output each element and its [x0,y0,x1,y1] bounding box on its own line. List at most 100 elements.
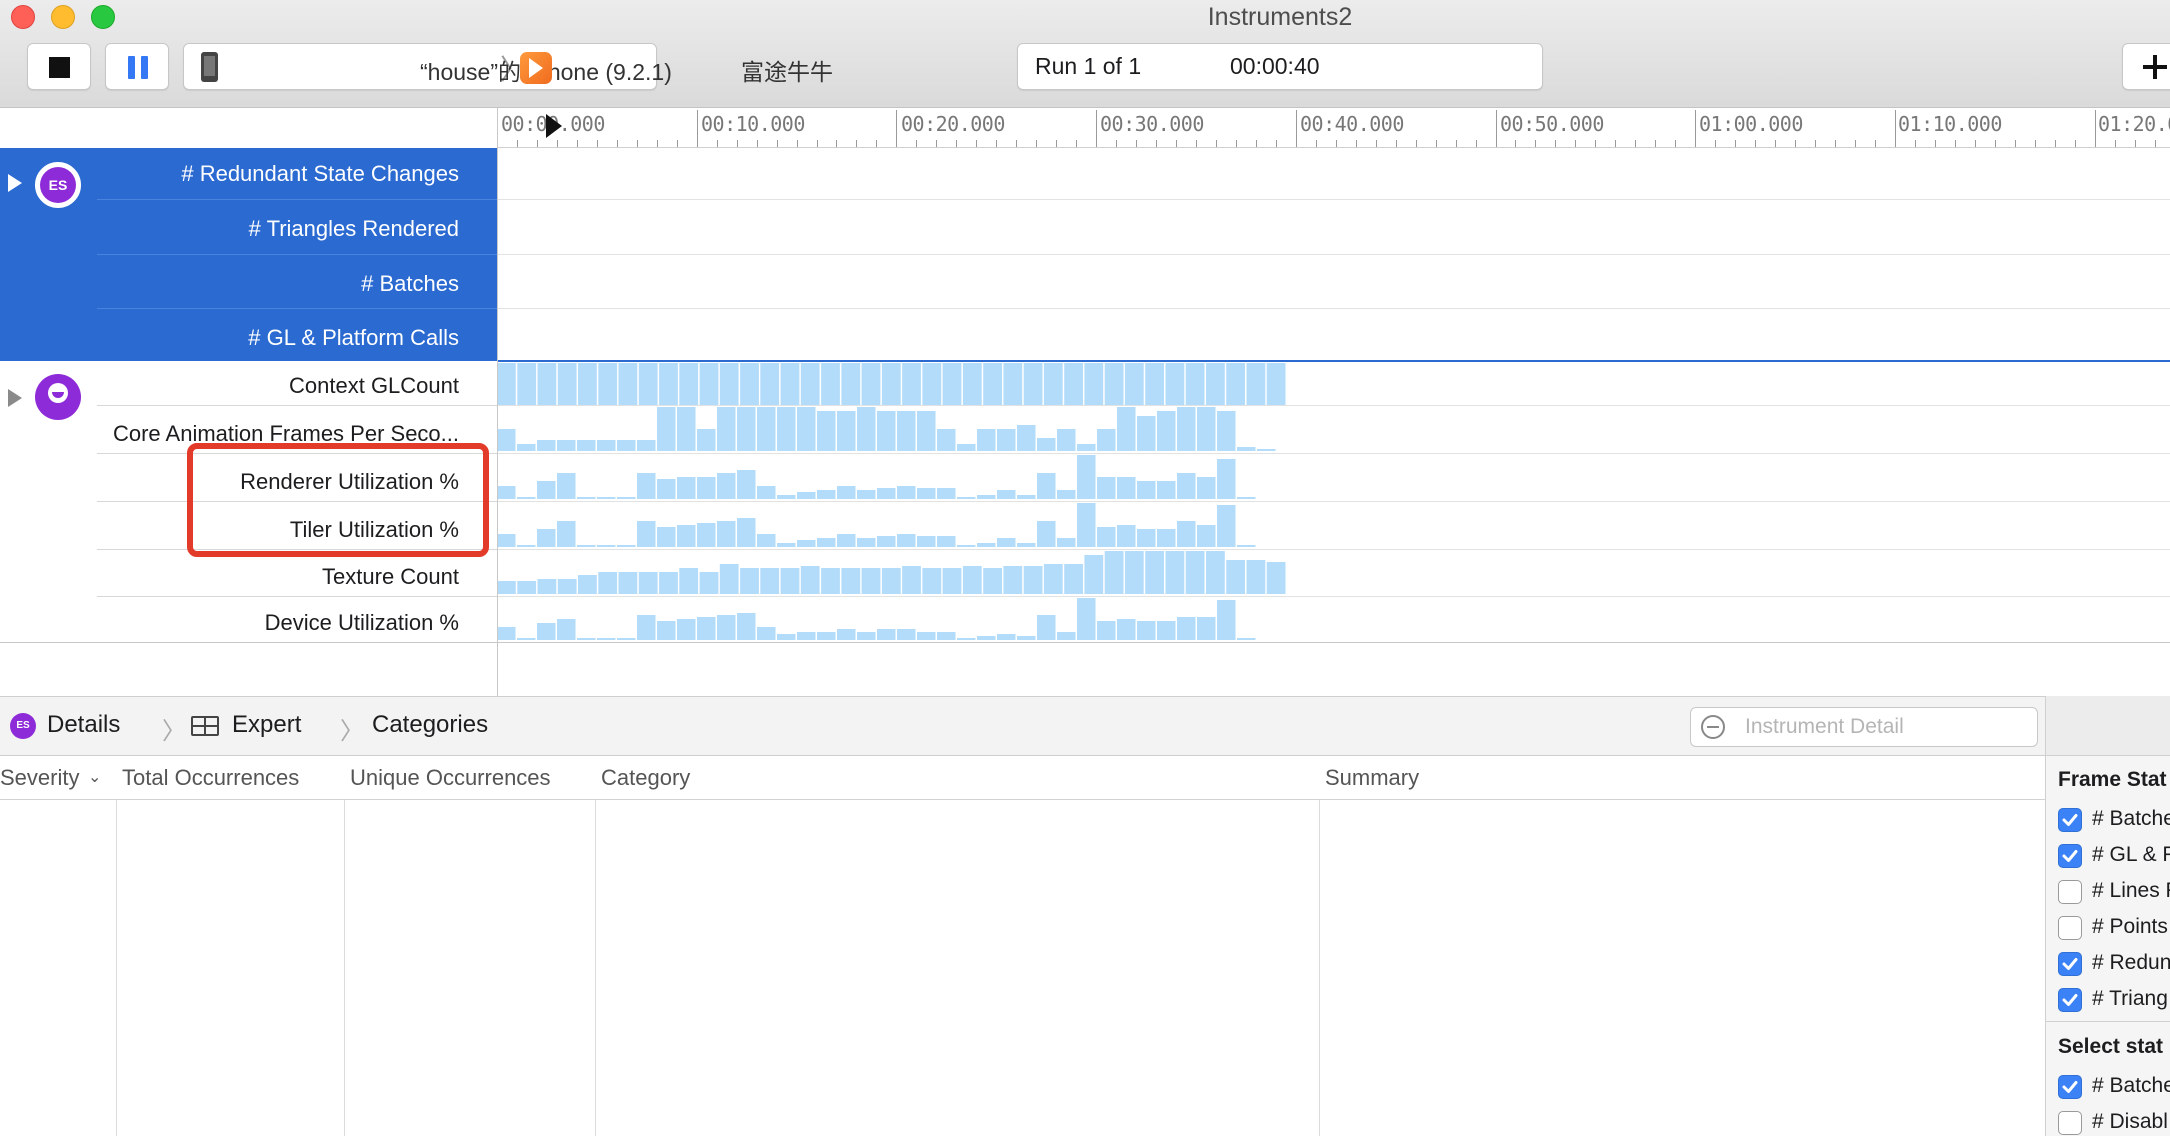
run-status-display: Run 1 of 1 00:00:40 [1017,43,1543,90]
chevron-right-icon: 〉 [162,718,186,745]
graph-bar-renderer-utilization [797,492,816,499]
checkbox[interactable] [2058,880,2082,904]
graph-bar-core-animation-fps [537,440,556,451]
graph-bar-device-utilization [637,615,656,640]
graph-bar-context-glcount [780,363,800,405]
track-label-triangles-rendered[interactable]: # Triangles Rendered [249,216,459,242]
graph-bar-tiler-utilization [1177,521,1196,547]
graph-bar-texture-count [517,581,537,594]
checkbox[interactable] [2058,808,2082,832]
graph-bar-tiler-utilization [1017,543,1036,547]
chevron-down-icon[interactable]: ⌄ [88,767,101,787]
breadcrumb-categories[interactable]: Categories [372,711,488,739]
track-label-batches[interactable]: # Batches [361,271,459,297]
checkbox[interactable] [2058,916,2082,940]
column-header-category[interactable]: Category [601,765,690,791]
graph-bar-core-animation-fps [597,440,616,451]
graph-bar-core-animation-fps [777,407,796,451]
graph-bar-context-glcount [1003,363,1023,405]
instrument-detail-search[interactable]: Instrument Detail [1690,707,2038,747]
track-list: ES # Redundant State Changes # Triangles… [0,148,497,642]
graph-bar-texture-count [1003,566,1023,594]
graph-bar-texture-count [962,566,982,594]
toolbar: Instruments2 〉 “house”的 iPhone (9.2.1) 富… [0,0,2170,108]
column-header-summary[interactable]: Summary [1325,765,1419,791]
graph-bar-context-glcount [760,363,780,405]
graph-bar-context-glcount [821,363,840,405]
graph-bar-core-animation-fps [817,411,836,451]
playhead-icon[interactable] [546,114,562,138]
app-icon [520,52,552,84]
checkbox[interactable] [2058,988,2082,1012]
track-label-redundant-state-changes[interactable]: # Redundant State Changes [181,161,459,187]
graph-bar-tiler-utilization [497,534,516,547]
graph-bar-device-utilization [817,632,836,640]
graph-bar-texture-count [679,568,699,594]
graph-bar-texture-count [497,581,516,594]
graph-bar-device-utilization [717,615,736,640]
target-selector[interactable]: 〉 “house”的 iPhone (9.2.1) 富途牛牛 [183,43,833,90]
graph-bar-tiler-utilization [1117,525,1136,547]
graph-bar-tiler-utilization [657,527,676,547]
add-instrument-button[interactable] [2122,43,2170,90]
track-label-context-glcount[interactable]: Context GLCount [289,373,459,399]
graph-bar-renderer-utilization [717,473,736,499]
graph-bar-tiler-utilization [777,543,796,547]
column-divider [497,108,498,696]
graph-bar-context-glcount [983,363,1002,405]
graph-bar-tiler-utilization [737,518,756,547]
graph-bar-device-utilization [697,617,716,640]
graph-bar-device-utilization [1197,617,1216,640]
graph-bar-tiler-utilization [617,545,636,547]
graph-bar-renderer-utilization [657,479,676,499]
graph-bar-device-utilization [597,638,616,640]
breadcrumb-expert[interactable]: Expert [232,711,301,739]
checkbox[interactable] [2058,844,2082,868]
graph-bar-core-animation-fps [757,407,776,451]
track-label-texture-count[interactable]: Texture Count [322,564,459,590]
graph-bar-tiler-utilization [1217,505,1236,547]
pause-button[interactable] [105,43,169,90]
graph-bar-renderer-utilization [857,490,876,499]
graph-bar-texture-count [821,568,840,594]
graph-bar-renderer-utilization [1177,473,1196,499]
column-header-unique-occurrences[interactable]: Unique Occurrences [350,765,551,791]
stop-button[interactable] [27,43,91,90]
disclosure-triangle-icon[interactable] [8,389,22,407]
graph-bar-context-glcount [861,363,881,405]
divider [97,199,497,200]
graph-bar-texture-count [1084,555,1104,594]
track-timeline[interactable] [497,148,2170,642]
graph-bar-texture-count [983,568,1002,594]
checkbox-label: # Triang [2092,987,2168,1010]
checkbox[interactable] [2058,952,2082,976]
graph-bar-tiler-utilization [537,529,556,547]
graph-bar-core-animation-fps [1177,407,1196,451]
checkbox[interactable] [2058,1111,2082,1135]
graph-bar-context-glcount [922,363,942,405]
graph-bar-context-glcount [517,363,537,405]
graph-bar-core-animation-fps [1197,407,1216,451]
column-header-severity[interactable]: Severity [0,765,79,791]
graph-bar-core-animation-fps [897,411,916,451]
graph-bar-core-animation-fps [1237,447,1256,451]
graph-bar-context-glcount [699,363,719,405]
graph-bar-context-glcount [1104,363,1124,405]
time-ruler[interactable]: 00:00.000 00:10.000 00:20.000 00:30.000 … [497,108,2170,148]
graph-bar-context-glcount [1064,363,1083,405]
graph-bar-context-glcount [1043,363,1063,405]
ruler-tick-label: 00:20.000 [901,112,1005,136]
graph-bar-core-animation-fps [1077,444,1096,451]
breadcrumb-details[interactable]: Details [47,711,120,739]
column-header-total-occurrences[interactable]: Total Occurrences [122,765,299,791]
graph-bar-renderer-utilization [597,497,616,499]
track-label-gl-platform-calls[interactable]: # GL & Platform Calls [248,325,459,351]
checkbox[interactable] [2058,1075,2082,1099]
divider [97,308,497,309]
graph-bar-tiler-utilization [1097,527,1116,547]
disclosure-triangle-icon[interactable] [8,174,22,192]
track-label-device-utilization[interactable]: Device Utilization % [265,610,459,636]
graph-bar-renderer-utilization [1157,481,1176,499]
graph-bar-texture-count [699,572,719,594]
graph-bar-core-animation-fps [1257,449,1276,451]
